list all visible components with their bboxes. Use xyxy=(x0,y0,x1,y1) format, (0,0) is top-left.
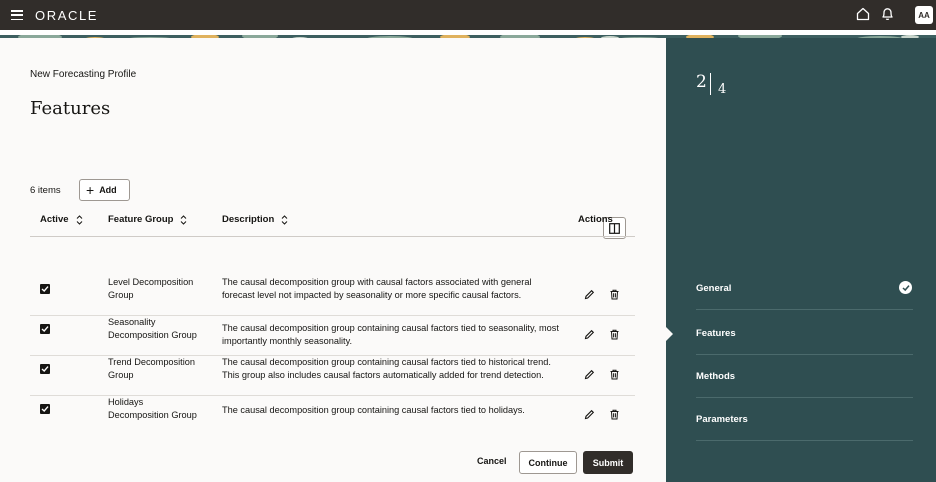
delete-icon[interactable] xyxy=(609,289,620,300)
delete-icon[interactable] xyxy=(609,409,620,420)
delete-icon[interactable] xyxy=(609,329,620,340)
item-count: 6 items xyxy=(30,185,61,196)
profile-title: New Forecasting Profile xyxy=(30,69,137,80)
add-button[interactable]: + Add xyxy=(79,179,130,201)
submit-button[interactable]: Submit xyxy=(583,451,633,474)
step-counter: 2 4 xyxy=(696,72,726,97)
plus-icon: + xyxy=(86,182,95,198)
steps-panel: 2 4 General Features Methods Parameters xyxy=(666,38,936,482)
oracle-logo[interactable]: ORACLE xyxy=(35,8,98,23)
delete-icon[interactable] xyxy=(609,369,620,380)
step-label: Methods xyxy=(696,370,736,382)
current-step-pointer xyxy=(666,327,673,341)
current-step-number: 2 xyxy=(696,72,707,92)
checkmark-icon xyxy=(899,281,912,294)
decorative-banner xyxy=(0,30,936,38)
step-general[interactable]: General xyxy=(696,267,913,310)
edit-icon[interactable] xyxy=(584,409,595,420)
bell-icon[interactable] xyxy=(881,7,894,21)
active-checkbox[interactable] xyxy=(40,404,50,414)
feature-group-cell: Level Decomposition Group xyxy=(108,277,194,300)
edit-icon[interactable] xyxy=(584,329,595,340)
cancel-button[interactable]: Cancel xyxy=(477,456,507,466)
home-icon[interactable] xyxy=(856,7,870,21)
step-divider xyxy=(710,73,711,95)
feature-group-cell: Seasonality Decomposition Group xyxy=(108,317,197,340)
table-row: Holidays Decomposition Group The causal … xyxy=(30,396,635,434)
menu-icon[interactable] xyxy=(11,10,23,21)
step-methods[interactable]: Methods xyxy=(696,355,913,398)
step-label: Features xyxy=(696,327,736,339)
step-label: Parameters xyxy=(696,413,748,425)
add-button-label: Add xyxy=(99,185,117,195)
step-parameters[interactable]: Parameters xyxy=(696,398,913,441)
column-header-description[interactable]: Description xyxy=(222,214,288,225)
continue-button[interactable]: Continue xyxy=(519,451,577,474)
table-header-divider xyxy=(30,236,635,237)
active-checkbox[interactable] xyxy=(40,324,50,334)
description-cell: The causal decomposition group with caus… xyxy=(222,277,532,300)
table-row: Seasonality Decomposition Group The caus… xyxy=(30,316,635,356)
edit-icon[interactable] xyxy=(584,369,595,380)
table-row: Trend Decomposition Group The causal dec… xyxy=(30,356,635,396)
feature-group-cell: Holidays Decomposition Group xyxy=(108,397,197,420)
column-header-active[interactable]: Active xyxy=(40,214,83,225)
active-checkbox[interactable] xyxy=(40,284,50,294)
total-step-number: 4 xyxy=(718,82,727,97)
feature-group-cell: Trend Decomposition Group xyxy=(108,357,195,380)
column-header-feature-group[interactable]: Feature Group xyxy=(108,214,187,225)
sort-icon xyxy=(76,214,82,225)
top-bar: ORACLE AA xyxy=(0,0,936,30)
table-row: Level Decomposition Group The causal dec… xyxy=(30,276,635,316)
sort-icon xyxy=(281,214,288,225)
edit-icon[interactable] xyxy=(584,289,595,300)
active-checkbox[interactable] xyxy=(40,364,50,374)
column-header-actions: Actions xyxy=(578,214,613,225)
description-cell: The causal decomposition group containin… xyxy=(222,357,551,380)
step-features[interactable]: Features xyxy=(696,312,913,355)
sort-icon xyxy=(181,214,187,225)
user-avatar[interactable]: AA xyxy=(915,6,933,24)
page-title: Features xyxy=(30,98,111,119)
description-cell: The causal decomposition group containin… xyxy=(222,405,525,415)
description-cell: The causal decomposition group containin… xyxy=(222,323,559,346)
step-label: General xyxy=(696,282,732,294)
